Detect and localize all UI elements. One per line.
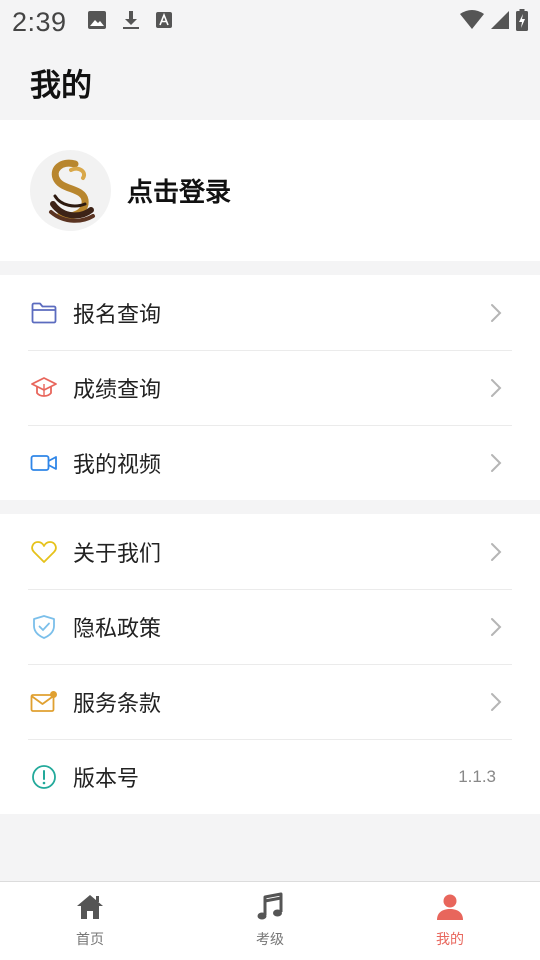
profile-login-card[interactable]: 点击登录 [0,120,540,261]
tab-label: 首页 [76,932,104,948]
menu-group-query: 报名查询 成绩查询 我的视频 [0,275,540,500]
mail-icon [30,688,58,716]
info-circle-icon [30,763,58,791]
tab-label: 考级 [256,932,284,948]
chevron-right-icon [491,453,502,472]
tab-grading[interactable]: 考级 [180,882,360,960]
graduation-cap-icon [30,374,58,402]
keyboard-icon [155,11,173,33]
menu-item-privacy-policy[interactable]: 隐私政策 [0,589,540,664]
menu-item-label: 报名查询 [73,302,162,328]
system-icons [460,9,528,35]
brand-logo-icon [48,159,95,223]
heart-icon [30,538,58,566]
video-camera-icon [30,449,58,477]
menu-item-label: 隐私政策 [73,616,162,642]
menu-group-about: 关于我们 隐私政策 服务条款 版本号 1.1.3 [0,514,540,814]
menu-item-label: 版本号 [73,766,140,792]
signal-icon [490,10,510,34]
page-title: 我的 [30,67,92,104]
menu-item-label: 成绩查询 [73,377,162,403]
person-icon [434,891,466,923]
tab-home[interactable]: 首页 [0,882,180,960]
app-header: 我的 [0,44,540,120]
menu-item-score-query[interactable]: 成绩查询 [0,350,540,425]
avatar[interactable] [30,150,111,231]
music-note-icon [254,891,286,923]
menu-item-label: 关于我们 [73,541,162,567]
home-icon [74,891,106,923]
menu-item-about-us[interactable]: 关于我们 [0,514,540,589]
menu-item-label: 我的视频 [73,452,162,478]
chevron-right-icon [491,617,502,636]
battery-icon [516,9,528,35]
menu-item-registration-query[interactable]: 报名查询 [0,275,540,350]
login-prompt[interactable]: 点击登录 [127,172,231,209]
folder-icon [30,299,58,327]
tab-label: 我的 [436,932,464,948]
menu-item-version: 版本号 1.1.3 [0,739,540,814]
chevron-right-icon [491,303,502,322]
status-bar: 2:39 [0,0,540,44]
status-time: 2:39 [12,6,67,37]
chevron-right-icon [491,378,502,397]
tab-mine[interactable]: 我的 [360,882,540,960]
version-number: 1.1.3 [458,766,496,786]
bottom-tab-bar: 首页 考级 我的 [0,881,540,960]
wifi-icon [460,10,484,34]
chevron-right-icon [491,692,502,711]
menu-item-label: 服务条款 [73,691,162,717]
chevron-right-icon [491,542,502,561]
notification-icons [87,10,173,34]
menu-item-terms-of-service[interactable]: 服务条款 [0,664,540,739]
menu-item-my-videos[interactable]: 我的视频 [0,425,540,500]
image-icon [87,10,107,34]
shield-check-icon [30,613,58,641]
download-icon [121,10,141,34]
